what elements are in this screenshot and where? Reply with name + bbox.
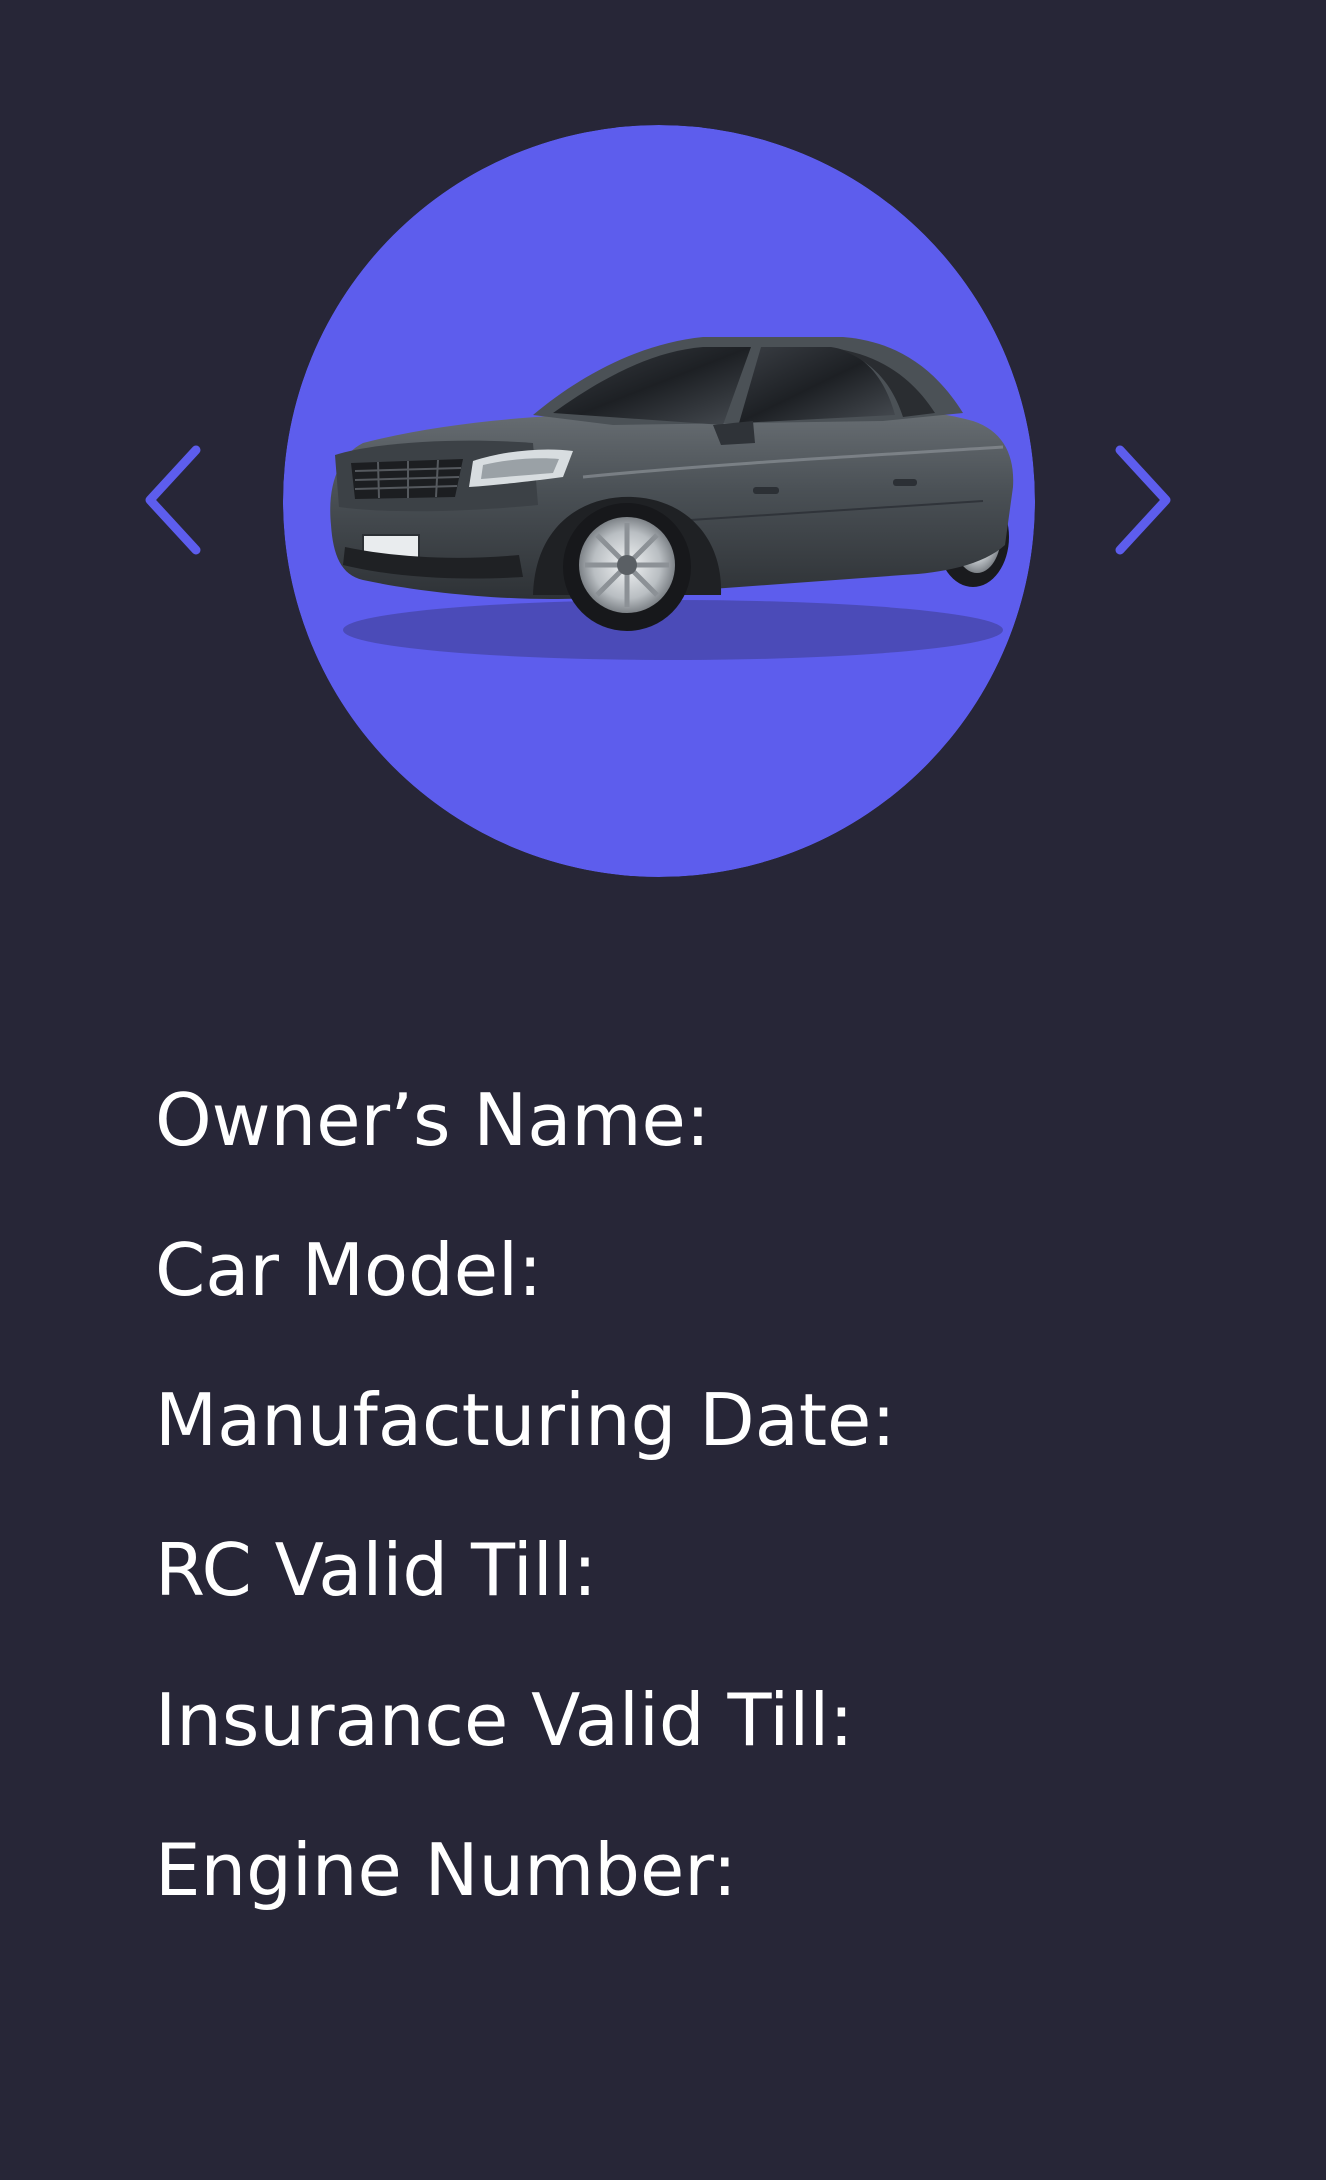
car-model-label: Car Model: xyxy=(155,1228,543,1312)
next-vehicle-button[interactable] xyxy=(1088,430,1188,570)
engine-number-label: Engine Number: xyxy=(155,1828,737,1912)
chevron-right-icon xyxy=(1115,445,1171,555)
manufacturing-date-row: Manufacturing Date: xyxy=(155,1345,914,1495)
vehicle-details-list: Owner’s Name: Car Model: Manufacturing D… xyxy=(155,1045,914,1945)
manufacturing-date-label: Manufacturing Date: xyxy=(155,1378,896,1462)
chevron-left-icon xyxy=(145,445,201,555)
rc-valid-till-row: RC Valid Till: xyxy=(155,1495,914,1645)
owner-name-label: Owner’s Name: xyxy=(155,1078,711,1162)
previous-vehicle-button[interactable] xyxy=(128,430,228,570)
engine-number-row: Engine Number: xyxy=(155,1795,914,1945)
insurance-valid-till-row: Insurance Valid Till: xyxy=(155,1645,914,1795)
rc-valid-till-label: RC Valid Till: xyxy=(155,1528,598,1612)
insurance-valid-till-label: Insurance Valid Till: xyxy=(155,1678,854,1762)
owner-name-row: Owner’s Name: xyxy=(155,1045,914,1195)
car-sedan-icon xyxy=(283,125,1035,877)
car-model-row: Car Model: xyxy=(155,1195,914,1345)
vehicle-carousel xyxy=(0,0,1326,900)
vehicle-image xyxy=(283,125,1035,877)
